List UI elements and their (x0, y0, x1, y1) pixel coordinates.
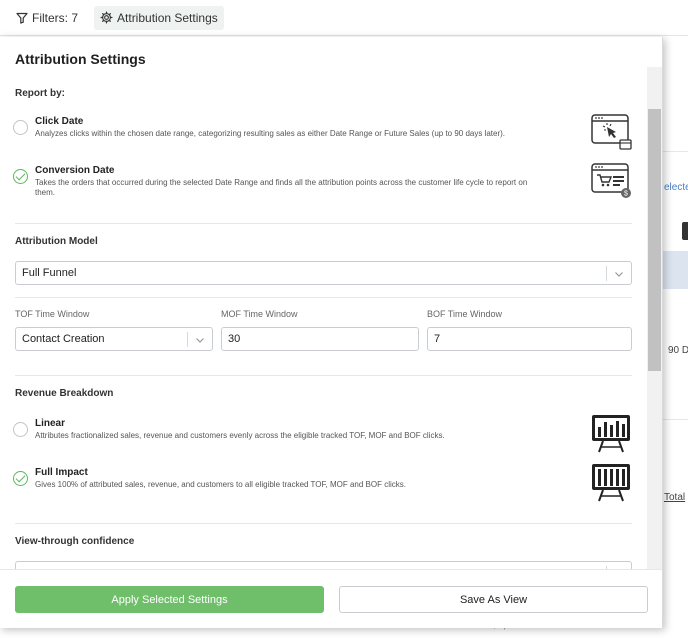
gear-icon (100, 11, 113, 24)
bg-total-fragment: Total (664, 492, 686, 503)
full-impact-title: Full Impact (35, 467, 88, 478)
view-through-select[interactable] (15, 561, 632, 569)
option-conversion-date[interactable]: Conversion Date Takes the orders that oc… (13, 163, 633, 205)
bg-divider-2 (663, 419, 688, 420)
linear-title: Linear (35, 418, 66, 429)
bg-90d-fragment: 90 D (668, 345, 688, 356)
bg-divider (663, 151, 688, 152)
attribution-model-select[interactable]: Full Funnel (15, 261, 632, 285)
click-date-description: Analyzes clicks within the chosen date r… (35, 129, 506, 138)
tof-value: Contact Creation (22, 333, 105, 345)
report-by-label: Report by: (15, 88, 65, 99)
divider-4 (15, 523, 632, 524)
top-toolbar: Filters: 7 Attribution Settings (0, 0, 688, 36)
select-separator (187, 332, 188, 347)
linear-radio[interactable] (13, 422, 28, 437)
mof-label: MOF Time Window (221, 309, 298, 319)
apply-settings-button[interactable]: Apply Selected Settings (15, 586, 324, 613)
option-full-impact[interactable]: Full Impact Gives 100% of attributed sal… (13, 464, 633, 507)
conversion-date-title: Conversion Date (35, 165, 115, 176)
view-through-label: View-through confidence (15, 536, 135, 547)
bof-input[interactable]: 7 (427, 327, 632, 351)
cart-dollar-icon: $ (591, 163, 631, 198)
chevron-down-icon (615, 272, 623, 277)
tof-label: TOF Time Window (15, 309, 90, 319)
filters-button[interactable]: Filters: 7 (10, 6, 84, 30)
click-calendar-icon (591, 114, 632, 150)
attribution-settings-label: Attribution Settings (117, 10, 218, 25)
linear-description: Attributes fractionalized sales, revenue… (35, 431, 445, 440)
select-separator (606, 266, 607, 281)
conversion-date-radio[interactable] (13, 169, 28, 184)
divider-1 (15, 223, 632, 224)
bg-chart-area (663, 251, 688, 289)
attribution-model-value: Full Funnel (22, 267, 77, 279)
tof-select[interactable]: Contact Creation (15, 327, 213, 351)
panel-scroll-area[interactable]: Attribution Settings Report by: Click Da… (0, 37, 648, 569)
revenue-breakdown-label: Revenue Breakdown (15, 388, 114, 399)
linear-chart-board-icon (592, 415, 630, 453)
scrollbar-thumb[interactable] (648, 109, 661, 371)
save-as-view-button[interactable]: Save As View (339, 586, 648, 613)
click-date-radio[interactable] (13, 120, 28, 135)
bg-tooltip-fragment (682, 222, 688, 240)
panel-scrollbar[interactable]: ▼ (647, 67, 662, 607)
attribution-settings-button[interactable]: Attribution Settings (94, 5, 224, 30)
option-linear[interactable]: Linear Attributes fractionalized sales, … (13, 415, 633, 458)
full-impact-description: Gives 100% of attributed sales, revenue,… (35, 480, 406, 489)
panel-footer: Apply Selected Settings Save As View (0, 569, 662, 628)
conversion-date-description: Takes the orders that occurred during th… (35, 178, 528, 197)
option-click-date[interactable]: Click Date Analyzes clicks within the ch… (13, 114, 633, 156)
divider-2 (15, 297, 632, 298)
attribution-settings-panel: Attribution Settings Report by: Click Da… (0, 37, 663, 628)
filter-icon (16, 12, 28, 24)
click-date-title: Click Date (35, 116, 84, 127)
full-impact-radio[interactable] (13, 471, 28, 486)
divider-3 (15, 375, 632, 376)
mof-value: 30 (228, 333, 241, 345)
bof-value: 7 (434, 333, 441, 345)
bg-selected-fragment: electe (664, 182, 688, 193)
chevron-down-icon (196, 338, 204, 343)
filters-label: Filters: 7 (32, 10, 79, 25)
mof-input[interactable]: 30 (221, 327, 419, 351)
full-impact-board-icon (592, 464, 630, 502)
panel-title: Attribution Settings (15, 51, 146, 67)
attribution-model-label: Attribution Model (15, 236, 98, 247)
bof-label: BOF Time Window (427, 309, 503, 319)
svg-text:$: $ (624, 191, 628, 198)
